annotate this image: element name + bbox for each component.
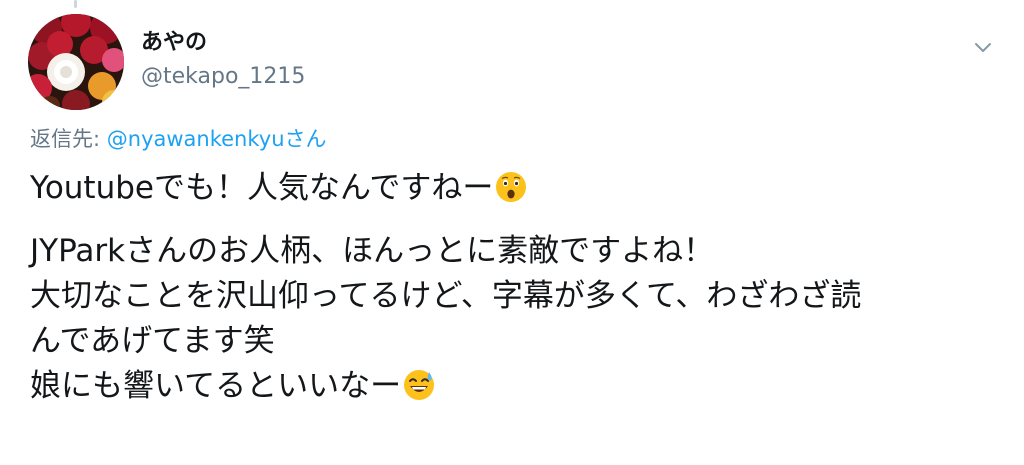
rose-bouquet-avatar-icon <box>28 14 124 110</box>
tweet-line: んであげてます笑 <box>30 323 275 359</box>
avatar[interactable] <box>28 14 124 110</box>
tweet-line: 娘にも響いてるといいなー <box>30 364 990 409</box>
grinning-face-with-sweat-emoji-icon <box>404 370 435 400</box>
reply-prefix: 返信先: <box>30 127 107 151</box>
display-name[interactable]: あやの <box>141 28 207 58</box>
tweet-paragraph-2: JYParkさんのお人柄、ほんっとに素敵ですよね！ 大切なことを沢山仰ってるけど… <box>30 229 990 409</box>
tweet-line-text: 娘にも響いてるといいなー <box>30 368 402 404</box>
tweet-paragraph-1: Youtubeでも！人気なんですねー <box>30 166 990 211</box>
tweet-line-text: Youtubeでも！人気なんですねー <box>30 170 494 206</box>
tweet-line: Youtubeでも！人気なんですねー <box>30 166 990 211</box>
tweet-line: JYParkさんのお人柄、ほんっとに素敵ですよね！ <box>30 233 715 269</box>
thread-connector-line <box>74 0 77 8</box>
hushed-face-emoji-icon <box>496 172 527 202</box>
chevron-down-icon[interactable] <box>972 40 994 56</box>
reply-mention-link[interactable]: @nyawankenkyuさん <box>107 127 327 151</box>
reply-context: 返信先: @nyawankenkyuさん <box>30 124 327 154</box>
tweet-line: 大切なことを沢山仰ってるけど、字幕が多くて、わざわざ読 <box>30 278 862 314</box>
tweet-text: Youtubeでも！人気なんですねー JYParkさんのお人柄、ほんっとに素敵で… <box>30 166 990 409</box>
user-handle[interactable]: @tekapo_1215 <box>141 62 305 92</box>
